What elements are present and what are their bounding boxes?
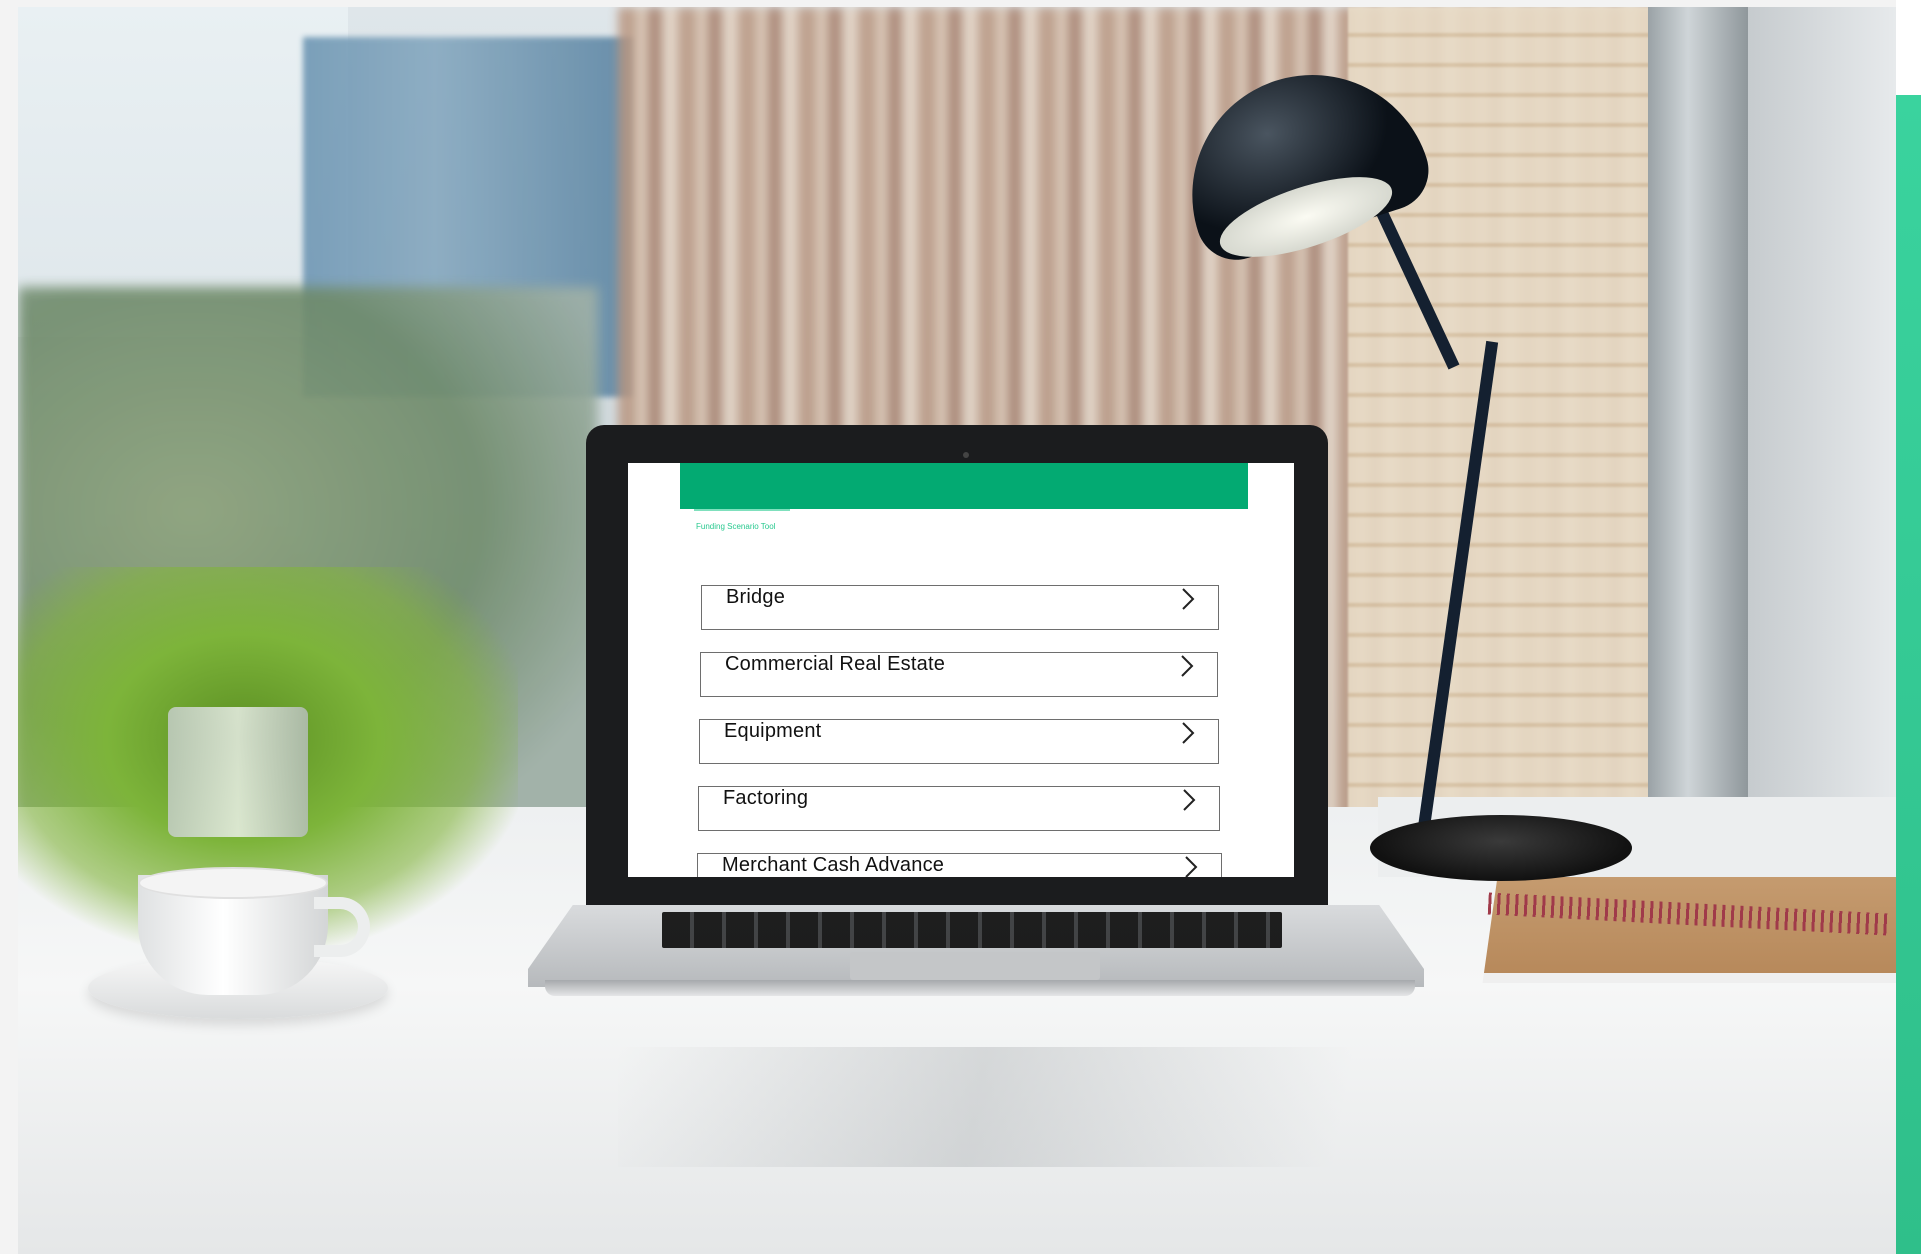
option-label: Commercial Real Estate bbox=[725, 653, 946, 675]
funding-option-list: Bridge Commercial Real Estate Equipment … bbox=[697, 585, 1222, 877]
option-factoring[interactable]: Factoring bbox=[698, 786, 1220, 831]
active-tab-underline bbox=[694, 509, 790, 511]
option-label: Merchant Cash Advance bbox=[722, 854, 945, 876]
plant-pot bbox=[168, 707, 308, 837]
page-edge bbox=[1896, 0, 1921, 95]
window-right bbox=[1748, 7, 1896, 887]
desk-shadow bbox=[618, 1047, 1518, 1167]
option-label: Factoring bbox=[723, 787, 809, 809]
coffee-cup-rim bbox=[138, 867, 328, 899]
accent-strip bbox=[1896, 95, 1921, 1254]
chevron-right-icon bbox=[1185, 856, 1198, 877]
chevron-right-icon bbox=[1182, 722, 1195, 744]
chevron-right-icon bbox=[1183, 789, 1196, 811]
option-merchant-cash-advance[interactable]: Merchant Cash Advance bbox=[697, 853, 1222, 877]
option-equipment[interactable]: Equipment bbox=[699, 719, 1219, 764]
laptop-keyboard bbox=[662, 912, 1282, 948]
chevron-right-icon bbox=[1182, 588, 1195, 610]
webcam-icon bbox=[963, 452, 969, 458]
app-header-bar bbox=[680, 463, 1248, 509]
option-label: Bridge bbox=[726, 586, 786, 608]
laptop-trackpad bbox=[850, 952, 1100, 980]
window-frame bbox=[1648, 7, 1748, 887]
option-label: Equipment bbox=[724, 720, 822, 742]
lamp-base bbox=[1370, 815, 1632, 881]
laptop-front-edge bbox=[545, 980, 1415, 996]
tool-title: Funding Scenario Tool bbox=[696, 522, 776, 531]
option-commercial-real-estate[interactable]: Commercial Real Estate bbox=[700, 652, 1218, 697]
option-bridge[interactable]: Bridge bbox=[701, 585, 1219, 630]
laptop-screen: Funding Scenario Tool Bridge Commercial … bbox=[628, 463, 1294, 877]
chevron-right-icon bbox=[1181, 655, 1194, 677]
